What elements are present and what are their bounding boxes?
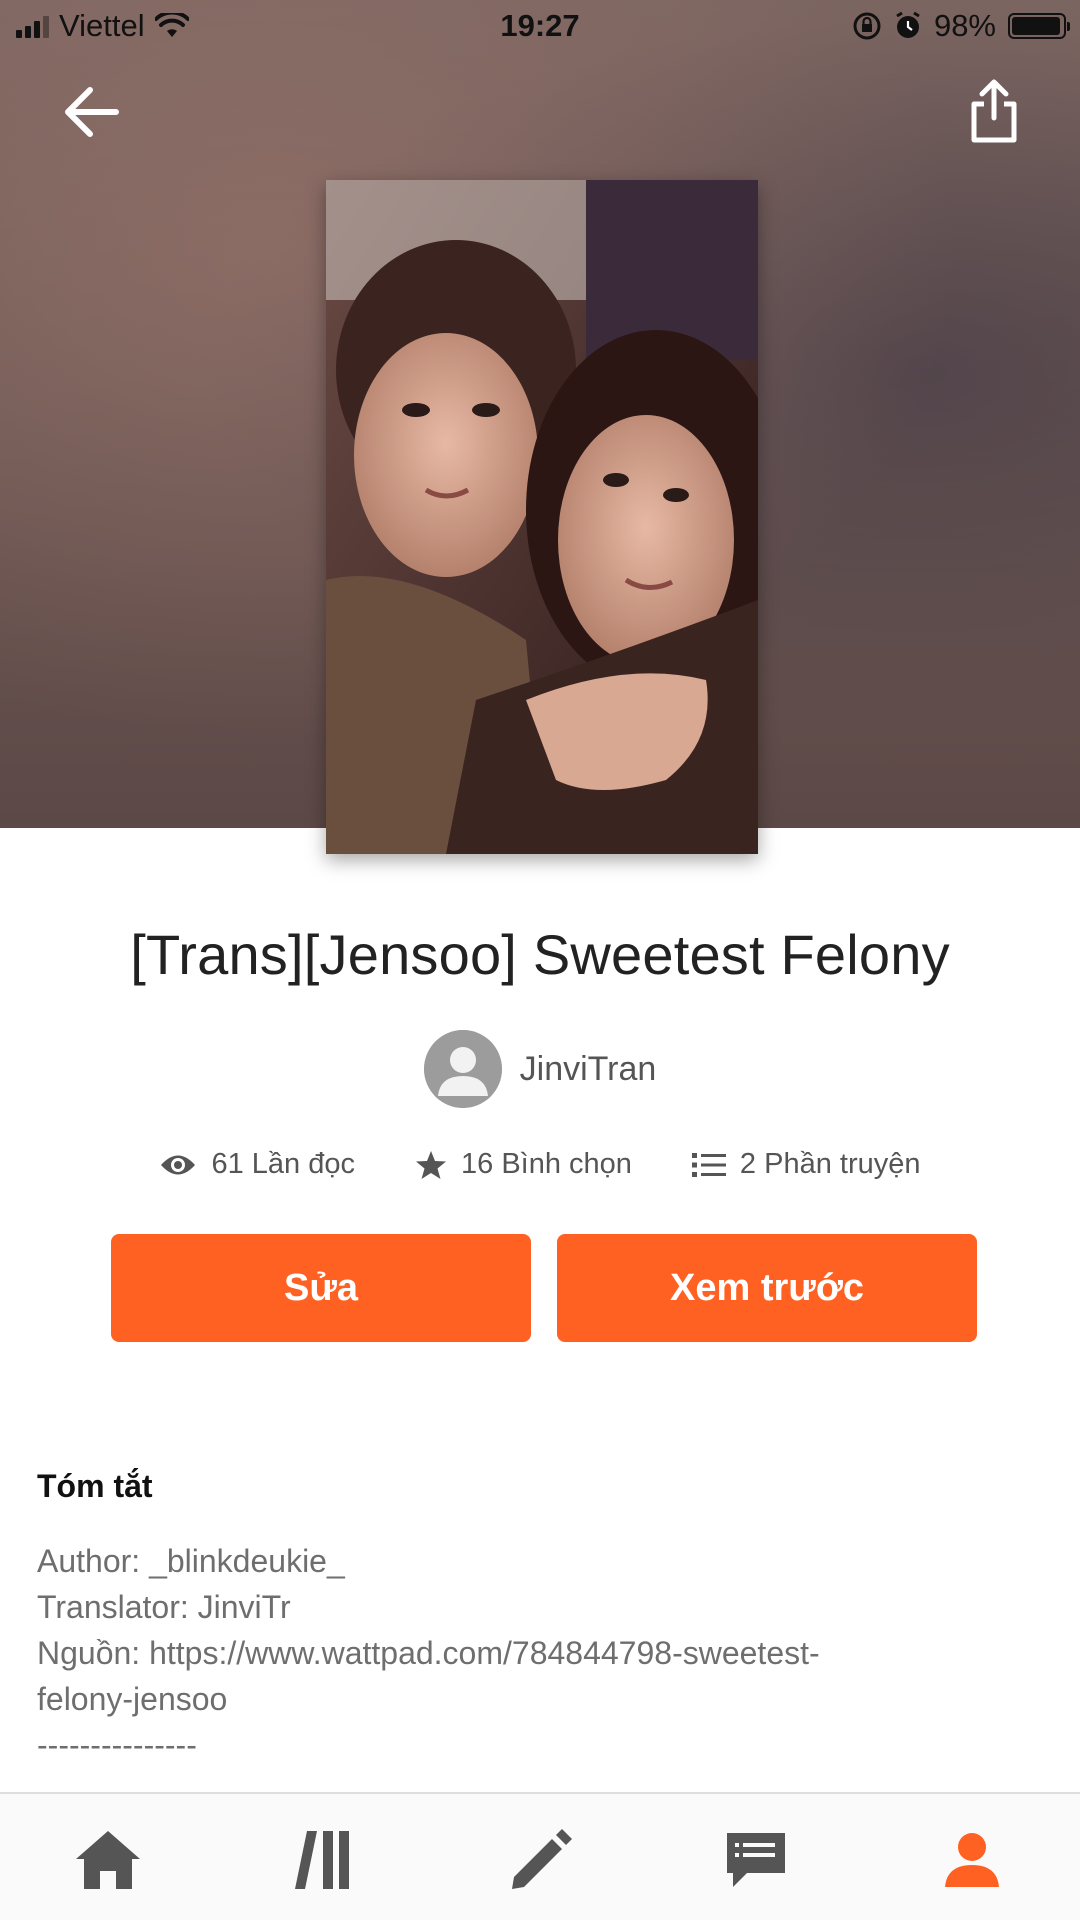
summary-line[interactable]: Nguồn: https://www.wattpad.com/784844798…: [37, 1630, 1037, 1676]
battery-icon: [1008, 13, 1070, 39]
story-title: [Trans][Jensoo] Sweetest Felony: [130, 923, 950, 986]
arrow-left-icon: [65, 87, 119, 137]
summary-line: Translator: JinviTr: [37, 1589, 291, 1625]
reads-stat: 61 Lần đọc: [159, 1148, 355, 1181]
list-icon: [691, 1152, 726, 1177]
summary-heading: Tóm tắt: [37, 1468, 153, 1504]
star-icon: [416, 1150, 446, 1179]
summary-line[interactable]: felony-jensoo: [37, 1676, 1037, 1722]
summary-line: Author: _blinkdeukie_: [37, 1543, 345, 1579]
cover-photo-icon: [326, 180, 758, 854]
summary-line: ---------------: [37, 1727, 197, 1763]
status-right: 98%: [852, 8, 1070, 44]
bottom-tab-bar: [0, 1792, 1080, 1920]
summary-text: Author: _blinkdeukie_ Translator: JinviT…: [37, 1538, 1037, 1768]
status-bar: Viettel 19:27 98%: [0, 0, 1080, 54]
share-icon: [971, 79, 1017, 143]
reads-count: 61 Lần đọc: [211, 1148, 355, 1180]
author-name[interactable]: JinviTran: [520, 1050, 657, 1089]
votes-count: 16 Bình chọn: [461, 1148, 632, 1180]
votes-stat: 16 Bình chọn: [415, 1148, 632, 1181]
battery-percent: 98%: [933, 8, 996, 43]
default-user-icon: [423, 1030, 502, 1108]
share-button[interactable]: [958, 74, 1030, 146]
parts-count: 2 Phần truyện: [739, 1148, 921, 1180]
avatar[interactable]: [423, 1030, 502, 1108]
profile-icon: [945, 1833, 999, 1887]
parts-stat: 2 Phần truyện: [691, 1148, 921, 1181]
messages-icon: [727, 1833, 785, 1887]
tab-profile[interactable]: [936, 1824, 1008, 1896]
tab-home[interactable]: [72, 1824, 144, 1896]
orientation-lock-icon: [853, 12, 881, 40]
preview-button[interactable]: Xem trước: [557, 1234, 977, 1342]
tab-library[interactable]: [289, 1824, 361, 1896]
tab-messages[interactable]: [720, 1824, 792, 1896]
home-icon: [76, 1831, 140, 1889]
eye-icon: [161, 1155, 196, 1174]
alarm-icon: [896, 11, 920, 38]
author-row[interactable]: JinviTran: [0, 1030, 1080, 1108]
tab-write[interactable]: [505, 1824, 577, 1896]
write-icon: [512, 1829, 572, 1889]
back-button[interactable]: [56, 76, 128, 148]
story-cover-image[interactable]: [326, 180, 758, 854]
library-icon: [295, 1831, 349, 1889]
story-stats: 61 Lần đọc 16 Bình chọn 2 Phần truyện: [0, 1148, 1080, 1181]
edit-button[interactable]: Sửa: [111, 1234, 531, 1342]
